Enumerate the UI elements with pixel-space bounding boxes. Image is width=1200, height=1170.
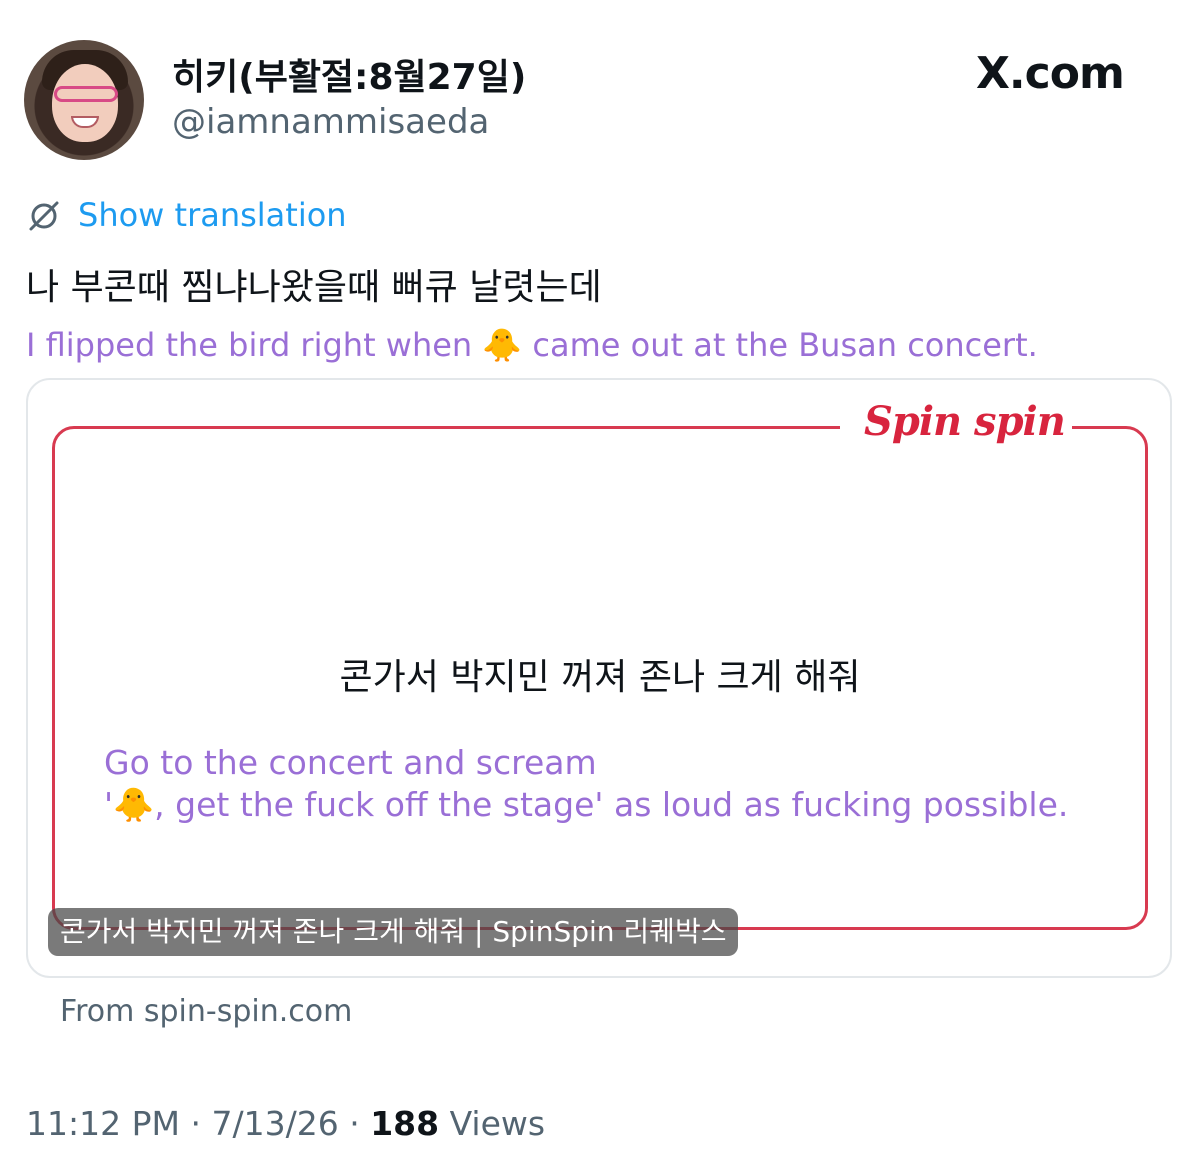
tweet-text-translated: I flipped the bird right when 🐥 came out… [26,326,1038,364]
avatar-face [52,64,118,142]
views-count: 188 [370,1104,440,1143]
avatar-glasses [54,86,118,102]
card-caption[interactable]: 콘가서 박지민 꺼져 존나 크게 해줘 | SpinSpin 리퀘박스 [48,908,739,956]
card-source[interactable]: From spin-spin.com [60,994,352,1029]
globe-strikethrough-icon[interactable] [26,198,62,234]
meta-separator-2: · [349,1104,360,1143]
x-com-logo: X.com [976,48,1125,99]
tweet-date[interactable]: 7/13/26 [211,1104,338,1143]
tweet-time[interactable]: 11:12 PM [26,1104,180,1143]
card-quote-translated-line1: Go to the concert and scream [104,743,597,782]
card-quote-translated: Go to the concert and scream '🐥, get the… [104,742,1068,826]
meta-separator: · [190,1104,201,1143]
card-quote-translated-line2: '🐥, get the fuck off the stage' as loud … [104,785,1069,824]
card-quote-original: 콘가서 박지민 꺼져 존나 크게 해줘 [339,657,861,698]
author-handle[interactable]: @iamnammisaeda [172,102,489,142]
show-translation-link[interactable]: Show translation [78,196,347,234]
tweet-meta: 11:12 PM · 7/13/26 · 188 Views [26,1104,545,1143]
views-label: Views [449,1104,546,1143]
tweet-text-original: 나 부콘때 찜냐나왔을때 뻐큐 날렷는데 [26,267,602,308]
avatar[interactable] [24,40,144,160]
spinspin-brand-logo: Spin spin [864,398,1066,445]
author-display-name[interactable]: 히키(부활절:8월27일) [172,48,526,100]
